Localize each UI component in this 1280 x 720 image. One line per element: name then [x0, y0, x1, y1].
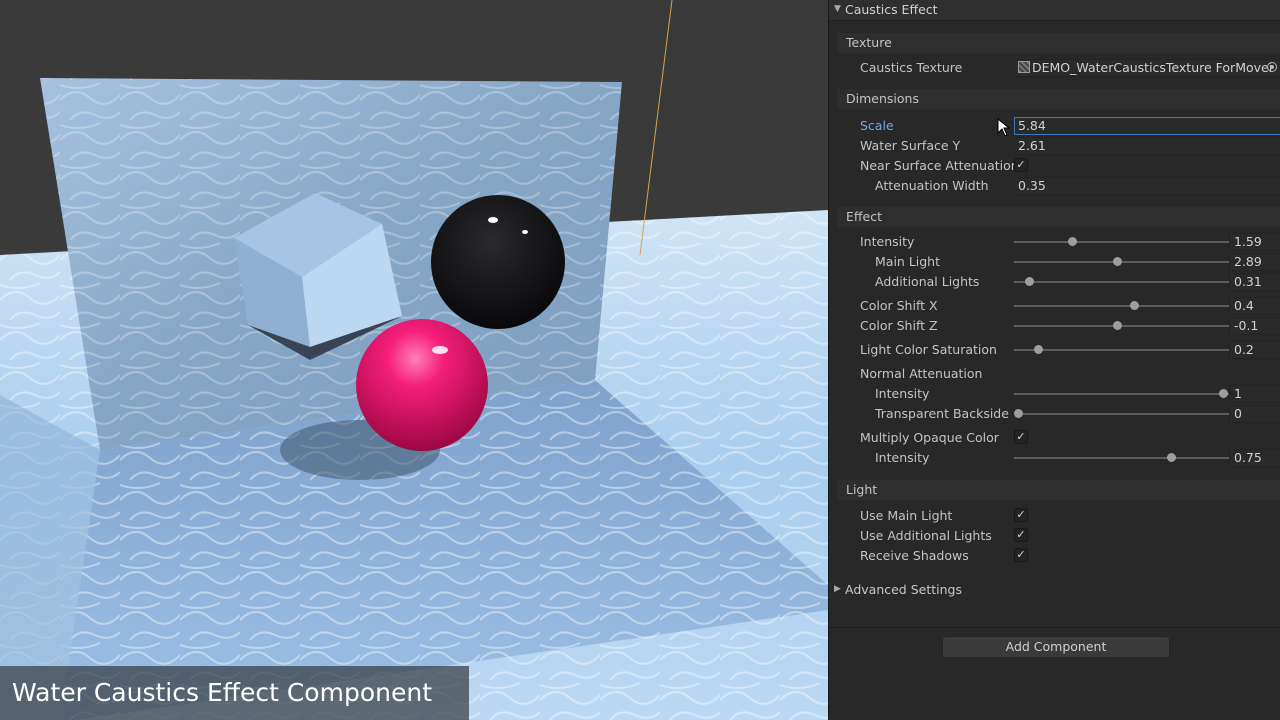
color-shift-z-slider[interactable]	[1014, 321, 1229, 330]
multiply-opaque-color-label: Multiply Opaque Color	[860, 430, 999, 445]
section-light: Light	[838, 480, 1280, 500]
near-surface-attenuation-label: Near Surface Attenuation	[860, 158, 1019, 173]
object-picker-icon[interactable]	[1267, 62, 1277, 72]
section-texture-label: Texture	[846, 35, 892, 50]
slider-thumb[interactable]	[1025, 277, 1035, 286]
multiply-intensity-slider[interactable]	[1014, 453, 1229, 462]
mouse-cursor-icon	[997, 118, 1011, 137]
intensity-label: Intensity	[860, 234, 915, 249]
color-shift-x-slider[interactable]	[1014, 301, 1229, 310]
normal-attenuation-intensity-slider[interactable]	[1014, 389, 1229, 398]
color-shift-x-value[interactable]: 0.4	[1229, 297, 1280, 315]
normal-attenuation-intensity-value[interactable]: 1	[1229, 385, 1280, 403]
light-color-saturation-label: Light Color Saturation	[860, 342, 997, 357]
slider-thumb[interactable]	[1218, 389, 1228, 398]
scene-viewport[interactable]: Water Caustics Effect Component	[0, 0, 828, 720]
section-effect: Effect	[838, 207, 1280, 227]
water-surface-y-field[interactable]: 2.61	[1014, 137, 1280, 155]
receive-shadows-label: Receive Shadows	[860, 548, 969, 563]
multiply-intensity-label: Intensity	[875, 450, 930, 465]
slider-thumb[interactable]	[1113, 321, 1123, 330]
use-additional-lights-checkbox[interactable]: ✓	[1014, 528, 1028, 542]
component-header[interactable]: ▼ Caustics Effect	[829, 0, 1280, 21]
section-texture: Texture	[838, 33, 1280, 53]
additional-lights-slider[interactable]	[1014, 277, 1229, 286]
scale-label[interactable]: Scale	[860, 118, 894, 133]
slider-thumb[interactable]	[1166, 453, 1176, 462]
color-shift-x-label: Color Shift X	[860, 298, 938, 313]
video-caption: Water Caustics Effect Component	[0, 666, 469, 720]
scene-render	[0, 0, 828, 720]
multiply-opaque-color-checkbox[interactable]: ✓	[1014, 430, 1028, 444]
light-color-saturation-value[interactable]: 0.2	[1229, 341, 1280, 359]
color-shift-z-label: Color Shift Z	[860, 318, 938, 333]
slider-thumb[interactable]	[1014, 409, 1024, 418]
collapse-arrow-icon[interactable]: ▼	[834, 4, 841, 14]
receive-shadows-checkbox[interactable]: ✓	[1014, 548, 1028, 562]
section-light-label: Light	[846, 482, 878, 497]
component-title: Caustics Effect	[845, 2, 938, 17]
transparent-backside-value[interactable]: 0	[1229, 405, 1280, 423]
add-component-button[interactable]: Add Component	[942, 636, 1170, 658]
intensity-value[interactable]: 1.59	[1229, 233, 1280, 251]
main-light-slider[interactable]	[1014, 257, 1229, 266]
water-surface-y-label: Water Surface Y	[860, 138, 961, 153]
attenuation-width-field[interactable]: 0.35	[1014, 177, 1280, 195]
normal-attenuation-intensity-label: Intensity	[875, 386, 930, 401]
transparent-backside-slider[interactable]	[1014, 409, 1229, 418]
slider-thumb[interactable]	[1113, 257, 1123, 266]
intensity-slider[interactable]	[1014, 237, 1229, 246]
additional-lights-label: Additional Lights	[875, 274, 980, 289]
use-main-light-checkbox[interactable]: ✓	[1014, 508, 1028, 522]
slider-thumb[interactable]	[1033, 345, 1043, 354]
light-color-saturation-slider[interactable]	[1014, 345, 1229, 354]
use-main-light-label: Use Main Light	[860, 508, 953, 523]
caustics-texture-label: Caustics Texture	[860, 60, 963, 75]
multiply-intensity-value[interactable]: 0.75	[1229, 449, 1280, 467]
section-dimensions: Dimensions	[838, 89, 1280, 109]
main-light-value[interactable]: 2.89	[1229, 253, 1280, 271]
normal-attenuation-label: Normal Attenuation	[860, 366, 983, 381]
transparent-backside-label: Transparent Backside	[875, 406, 1009, 421]
advanced-settings-foldout[interactable]: ▶ Advanced Settings	[829, 580, 1280, 600]
section-effect-label: Effect	[846, 209, 882, 224]
caustics-texture-value: DEMO_WaterCausticsTexture ForMovei	[1032, 60, 1273, 75]
expand-arrow-icon[interactable]: ▶	[834, 584, 841, 594]
slider-thumb[interactable]	[1068, 237, 1078, 246]
near-surface-attenuation-checkbox[interactable]: ✓	[1014, 158, 1028, 172]
inspector-panel: ▼ Caustics Effect Texture Caustics Textu…	[828, 0, 1280, 720]
divider	[829, 627, 1280, 628]
additional-lights-value[interactable]: 0.31	[1229, 273, 1280, 291]
section-dimensions-label: Dimensions	[846, 91, 919, 106]
slider-thumb[interactable]	[1130, 301, 1140, 310]
attenuation-width-label: Attenuation Width	[875, 178, 989, 193]
texture-icon	[1018, 61, 1030, 73]
main-light-label: Main Light	[875, 254, 941, 269]
color-shift-z-value[interactable]: -0.1	[1229, 317, 1280, 335]
use-additional-lights-label: Use Additional Lights	[860, 528, 992, 543]
caustics-texture-field[interactable]: DEMO_WaterCausticsTexture ForMovei	[1014, 59, 1280, 77]
scale-field[interactable]: 5.84	[1014, 117, 1280, 135]
advanced-settings-label: Advanced Settings	[845, 582, 962, 597]
